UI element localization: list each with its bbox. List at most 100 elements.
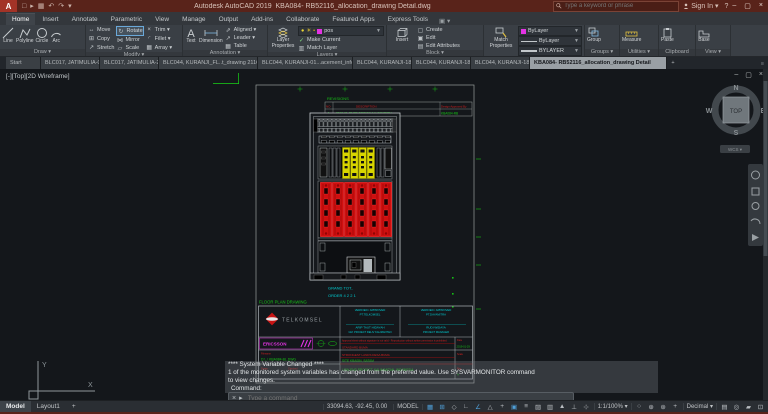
viewcube[interactable]: N S W E TOP WCS ▾ — [706, 85, 766, 153]
model-tab[interactable]: Model — [0, 401, 31, 412]
annotation-scale-control[interactable]: 1:1/100% ▾ — [594, 403, 632, 410]
group-button[interactable]: Group — [587, 26, 601, 49]
line-button[interactable]: Line — [2, 26, 14, 49]
undo-icon[interactable]: ↶ — [48, 2, 54, 10]
create-block-button[interactable]: ▢Create — [417, 26, 460, 34]
customize-command-icon[interactable]: ▸ — [239, 394, 243, 400]
floor-plan-label[interactable]: FLOOR PLAN DRAWING — [259, 300, 307, 305]
autoscale-icon[interactable]: ⊕ — [647, 403, 656, 411]
base-button[interactable]: Base — [698, 26, 710, 49]
copyright-notice[interactable]: Approval sheet without signature is not … — [342, 339, 447, 342]
viewcube-north[interactable]: N — [733, 85, 738, 92]
panel-view-footer[interactable]: View ▾ — [696, 49, 730, 56]
edit-attributes-button[interactable]: ▤Edit Attributes — [417, 42, 460, 50]
text-button[interactable]: A Text — [185, 26, 197, 50]
search-input[interactable] — [562, 2, 666, 10]
revisions-header-desc[interactable]: DESCRIPTION — [356, 104, 377, 108]
open-icon[interactable]: ▸ — [30, 2, 34, 10]
tab-view[interactable]: View — [149, 14, 175, 25]
match-layer-button[interactable]: ▥Match Layer — [298, 44, 384, 52]
sign-in-button[interactable]: Sign In ▾ — [683, 2, 718, 10]
command-history-window[interactable]: **** System Variable Changed **** 1 of t… — [225, 361, 658, 393]
viewcube-west[interactable]: W — [706, 108, 713, 115]
vertical-scrollbar[interactable] — [763, 69, 768, 400]
units-control[interactable]: Decimal ▾ — [683, 403, 717, 410]
object-color-dropdown[interactable]: ByLayer ▼ — [518, 26, 582, 36]
approval-right[interactable]: VERIFIED / APPROVED PT.DAYAMITRA RUDI WI… — [408, 308, 466, 334]
linetype-dropdown[interactable]: ByLayer ▼ — [518, 36, 582, 46]
file-tab-menu-icon[interactable]: ≡ — [761, 61, 764, 69]
object-snap-tracking-icon[interactable]: + — [498, 403, 507, 410]
ortho-icon[interactable]: ∟ — [462, 403, 471, 410]
polar-tracking-icon[interactable]: ∠ — [474, 403, 483, 411]
leader-button[interactable]: ↗Leader ▾ — [225, 34, 257, 42]
annotation-visibility-icon[interactable]: ○ — [635, 403, 644, 410]
redo-icon[interactable]: ↷ — [58, 2, 64, 10]
tab-collaborate[interactable]: Collaborate — [280, 14, 325, 25]
file-tab[interactable]: BLC044, KURANJI-182* — [412, 57, 471, 69]
new-layout-icon[interactable]: + — [66, 401, 82, 412]
make-current-button[interactable]: ✓Make Current — [298, 36, 384, 44]
snap-icon[interactable]: ⊞ — [438, 403, 447, 411]
revisions-title[interactable]: REVISIONS — [327, 96, 349, 101]
app-menu-button[interactable]: A — [0, 0, 17, 12]
close-command-icon[interactable]: × — [232, 395, 236, 401]
layout1-tab[interactable]: Layout1 — [31, 401, 66, 412]
clean-screen-icon[interactable]: ⊡ — [756, 403, 765, 411]
doc-minimize-button[interactable]: – — [734, 71, 738, 79]
summary-annotations[interactable]: GRAND TOT.. ORDER 4 2 2 1 FLOOR PLAN DRA… — [259, 286, 357, 305]
scale-label[interactable]: Scale — [457, 353, 464, 356]
tab-featured-apps[interactable]: Featured Apps — [326, 14, 380, 25]
mirror-button[interactable]: ⋈Mirror — [116, 36, 143, 44]
dynamic-ucs-icon[interactable]: ⊥ — [570, 403, 579, 411]
projection-symbol[interactable] — [317, 341, 337, 347]
new-drawing-tab-icon[interactable]: + — [667, 57, 679, 69]
edit-block-button[interactable]: ▣Edit — [417, 34, 460, 42]
circle-button[interactable]: Circle — [36, 26, 49, 49]
help-search-box[interactable] — [553, 1, 679, 12]
tab-output[interactable]: Output — [213, 14, 245, 25]
doc-restore-button[interactable]: ▢ — [745, 71, 752, 79]
date-label[interactable]: Date — [457, 339, 463, 342]
tab-home[interactable]: Home — [6, 13, 35, 25]
command-input[interactable] — [246, 394, 570, 401]
table-button[interactable]: ▦Table — [225, 42, 257, 50]
lineweight-icon[interactable]: ≡ — [522, 403, 531, 410]
viewcube-top-face[interactable]: TOP — [730, 109, 742, 115]
new-icon[interactable]: □ — [22, 3, 26, 10]
aligned-button[interactable]: ⇗Aligned ▾ — [225, 26, 257, 34]
panel-utilities-footer[interactable]: Utilities ▾ — [620, 49, 658, 56]
file-tab[interactable]: BLC044, KURANJI-183* — [471, 57, 530, 69]
tab-addins[interactable]: Add-ins — [245, 14, 279, 25]
viewcube-south[interactable]: S — [734, 130, 739, 137]
shelf-yellow-modules[interactable] — [318, 146, 392, 179]
address-text[interactable]: STRONGEST LANDS DESA BUMA — [342, 353, 390, 357]
panel-draw-footer[interactable]: Draw ▾ — [0, 49, 85, 56]
infer-constraints-icon[interactable]: ◇ — [450, 403, 459, 411]
tab-insert[interactable]: Insert — [36, 14, 64, 25]
tab-manage[interactable]: Manage — [176, 14, 212, 25]
scale-button[interactable]: ▱Scale — [116, 44, 143, 52]
space-toggle[interactable]: MODEL — [393, 404, 422, 410]
copy-button[interactable]: ⊞Copy — [88, 35, 114, 43]
paste-button[interactable]: Paste — [661, 26, 674, 49]
help-icon[interactable]: ? — [724, 3, 728, 10]
panel-groups-footer[interactable]: Groups ▾ — [585, 49, 619, 56]
file-tab[interactable]: BLC044, KURANJI-181* — [353, 57, 412, 69]
grand-total-text[interactable]: GRAND TOT.. — [328, 286, 353, 291]
measure-button[interactable]: Measure — [622, 26, 641, 49]
navigation-bar[interactable] — [748, 164, 763, 246]
doc-close-button[interactable]: × — [759, 71, 763, 79]
panel-annotation-footer[interactable]: Annotation ▾ — [183, 50, 267, 56]
match-properties-button[interactable]: Match Properties — [486, 26, 516, 56]
file-tab[interactable]: BLC044, KURANJI_FL..t_drawing 2116 New* — [159, 57, 258, 69]
equipment-rack[interactable] — [310, 113, 400, 280]
graphics-performance-icon[interactable]: ▰ — [744, 403, 753, 411]
file-tab-start[interactable]: Start — [6, 57, 41, 69]
panel-block-footer[interactable]: Block ▾ — [387, 50, 483, 56]
dynamic-input-icon[interactable]: ⊹ — [582, 403, 591, 411]
array-button[interactable]: ▦Array ▾ — [146, 44, 172, 52]
isodraft-icon[interactable]: △ — [486, 403, 495, 411]
shelf-red-modules[interactable] — [318, 181, 392, 238]
panel-clipboard-footer[interactable]: Clipboard — [659, 49, 695, 56]
